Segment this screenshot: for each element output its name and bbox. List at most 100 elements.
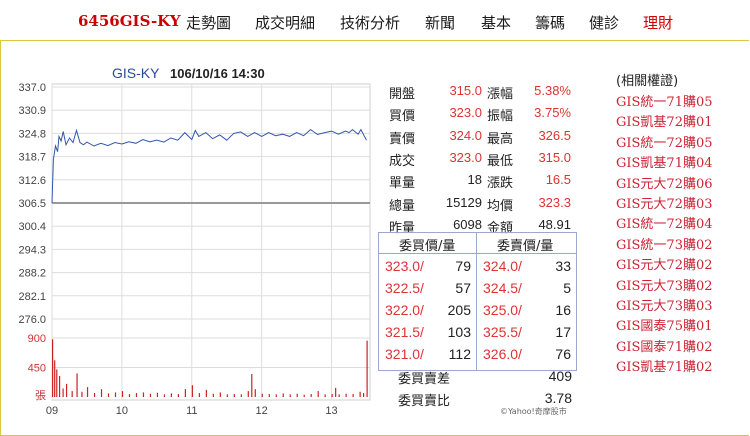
volume-bar — [205, 389, 207, 397]
quote-label: 總量 — [389, 198, 416, 214]
volume-bar — [251, 374, 253, 397]
y-tick-label: 330.9 — [18, 105, 46, 117]
ask-qty: 16 — [555, 302, 571, 318]
price-line — [51, 128, 367, 204]
quote-value: 16.5 — [545, 172, 571, 188]
volume-tick-label: 450 — [28, 363, 46, 375]
bid-qty: 57 — [455, 280, 471, 296]
warrant-link[interactable]: GIS統一71購05 — [616, 93, 713, 113]
quote-label: 賣價 — [389, 131, 416, 147]
warrant-link[interactable]: GIS元大73購02 — [616, 277, 713, 297]
chart-datetime: 106/10/16 14:30 — [170, 66, 265, 81]
warrant-link[interactable]: GIS元大72購02 — [616, 256, 713, 276]
warrant-link[interactable]: GIS凱基71購02 — [616, 358, 713, 378]
y-tick-label: 294.3 — [18, 244, 46, 256]
ask-header: 委賣價/量 — [497, 239, 554, 254]
warrant-link[interactable]: GIS統一73購02 — [616, 236, 713, 256]
volume-bar — [163, 394, 166, 397]
warrants-title: (相關權證) — [616, 74, 679, 89]
y-tick-label: 337.0 — [18, 82, 46, 94]
volume-bar — [65, 383, 68, 397]
volume-bar — [52, 339, 54, 397]
volume-bar — [226, 394, 228, 397]
nav-health-check[interactable]: 健診 — [589, 12, 619, 33]
quote-value: 323.3 — [538, 194, 571, 210]
nav-finance[interactable]: 理財 — [643, 12, 673, 33]
chart-plot-frame — [51, 83, 371, 401]
volume-bar — [71, 391, 73, 397]
volume-bar — [233, 394, 235, 397]
bid-ask-ratio-label: 委買賣比 — [398, 394, 451, 409]
quote-value: 326.5 — [538, 127, 571, 143]
quote-label: 單量 — [389, 176, 416, 192]
volume-bar — [170, 393, 173, 397]
x-tick-label: 10 — [116, 405, 128, 417]
volume-axis-ticks: 900 450 張 — [28, 333, 46, 402]
volume-bar — [135, 393, 138, 397]
volume-bar — [142, 392, 145, 397]
order-book-divider-h — [379, 253, 576, 254]
y-tick-label: 324.8 — [18, 128, 46, 140]
volume-bar — [268, 394, 270, 397]
warrant-link[interactable]: GIS凱基72購01 — [616, 113, 713, 133]
warrant-link[interactable]: GIS國泰71購02 — [616, 338, 713, 358]
ask-qty: 17 — [555, 324, 571, 340]
volume-bar — [121, 391, 124, 397]
warrant-link[interactable]: GIS統一72購05 — [616, 134, 713, 154]
volume-bar — [317, 391, 319, 397]
quote-value: 324.0 — [449, 127, 482, 143]
nav-fundamentals[interactable]: 基本 — [481, 12, 511, 33]
volume-bar — [363, 393, 365, 397]
volume-tick-label: 張 — [35, 389, 46, 402]
warrant-link[interactable]: GIS元大72購03 — [616, 195, 713, 215]
warrant-link[interactable]: GIS國泰75購01 — [616, 317, 713, 337]
ask-qty: 5 — [563, 280, 571, 296]
volume-bar — [338, 394, 340, 397]
bid-price: 322.5/ — [385, 280, 424, 296]
volume-bar — [177, 394, 180, 397]
quote-label: 最高 — [487, 131, 514, 147]
quote-value: 6098 — [453, 216, 482, 232]
nav-chips[interactable]: 籌碼 — [535, 12, 565, 33]
quote-label: 漲跌 — [487, 176, 514, 192]
volume-bar — [219, 392, 221, 397]
quote-value: 315.0 — [538, 149, 571, 165]
volume-bar — [275, 394, 277, 397]
volume-bar — [289, 394, 291, 397]
y-tick-label: 282.1 — [18, 291, 46, 303]
y-tick-label: 276.0 — [18, 314, 46, 326]
x-axis-ticks: 09 10 11 12 13 — [46, 405, 338, 417]
volume-bar — [54, 360, 56, 397]
volume-bar — [56, 369, 58, 397]
chart-grid — [51, 84, 370, 400]
warrant-link[interactable]: GIS元大73購03 — [616, 297, 713, 317]
ask-qty: 76 — [555, 346, 571, 362]
warrant-link[interactable]: GIS凱基71購04 — [616, 154, 713, 174]
nav-news[interactable]: 新聞 — [425, 12, 455, 33]
bid-header: 委買價/量 — [399, 239, 456, 254]
y-tick-label: 288.2 — [18, 268, 46, 280]
volume-bar — [282, 393, 284, 397]
volume-bar — [359, 391, 361, 397]
volume-bar — [191, 385, 193, 397]
bid-price: 321.5/ — [385, 324, 424, 340]
warrant-link[interactable]: GIS統一72購04 — [616, 215, 713, 235]
bid-price: 322.0/ — [385, 302, 424, 318]
volume-bar — [212, 393, 214, 397]
x-tick-label: 12 — [256, 405, 268, 417]
volume-bar — [261, 393, 263, 397]
ask-price: 325.0/ — [483, 302, 522, 318]
y-tick-label: 300.4 — [18, 221, 46, 233]
y-axis-ticks: 337.0 330.9 324.8 318.7 312.6 306.5 300.4 294.3… — [18, 82, 46, 326]
warrant-link[interactable]: GIS元大72購06 — [616, 175, 713, 195]
ask-price: 325.5/ — [483, 324, 522, 340]
volume-bar — [296, 393, 298, 397]
quote-value: 323.0 — [449, 149, 482, 165]
x-tick-label: 09 — [46, 405, 58, 417]
volume-bar — [76, 373, 78, 397]
volume-bar — [303, 394, 305, 397]
quote-value: 323.0 — [449, 105, 482, 121]
volume-bar — [240, 394, 242, 397]
volume-bar — [93, 393, 96, 397]
ask-price: 324.5/ — [483, 280, 522, 296]
